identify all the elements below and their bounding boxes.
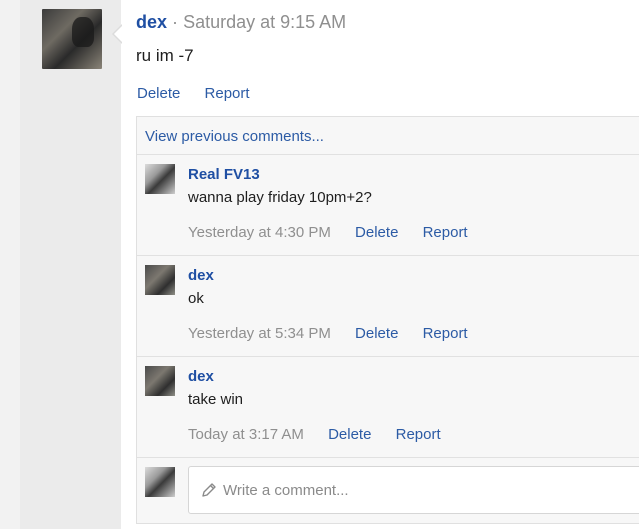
comment-report-link[interactable]: Report [423,325,468,342]
avatar-rail [20,0,121,529]
comment-timestamp[interactable]: Today at 3:17 AM [188,426,304,443]
write-comment-input[interactable]: Write a comment... [188,466,639,514]
comment-timestamp[interactable]: Yesterday at 4:30 PM [188,224,331,241]
post-body-text: ru im -7 [136,46,194,65]
comment-meta: Yesterday at 5:34 PM Delete Report [188,325,488,342]
comment-text: take win [188,391,244,408]
comment-meta: Yesterday at 4:30 PM Delete Report [188,224,488,241]
comments-divider [137,457,639,458]
comment-meta: Today at 3:17 AM Delete Report [188,426,461,443]
comments-divider [137,356,639,357]
post-timestamp[interactable]: Saturday at 9:15 AM [183,12,346,32]
comment-author-avatar[interactable] [145,366,175,396]
comment-author-name[interactable]: dex [188,368,214,385]
view-previous-comments-link[interactable]: View previous comments... [145,128,324,145]
comments-divider [137,255,639,256]
post-author-name[interactable]: dex [136,12,167,32]
pencil-icon [202,483,216,497]
post-pointer-arrow [112,24,123,44]
post-actions: Delete Report [137,85,270,102]
comment-timestamp[interactable]: Yesterday at 5:34 PM [188,325,331,342]
comments-section: View previous comments... Real FV13 wann… [136,116,639,524]
comment-author-avatar[interactable] [145,164,175,194]
write-comment-placeholder: Write a comment... [223,482,349,499]
current-user-avatar [145,467,175,497]
post-delete-link[interactable]: Delete [137,85,180,102]
comment-author-avatar[interactable] [145,265,175,295]
comment-report-link[interactable]: Report [396,426,441,443]
comments-divider [137,154,639,155]
comment-delete-link[interactable]: Delete [355,325,398,342]
comment-report-link[interactable]: Report [423,224,468,241]
comment-delete-link[interactable]: Delete [355,224,398,241]
comment-text: wanna play friday 10pm+2? [188,189,372,206]
post-author-avatar[interactable] [42,9,102,69]
comment-text: ok [188,290,204,307]
post-separator: · [172,12,179,32]
page-gutter [0,0,20,529]
comment-delete-link[interactable]: Delete [328,426,371,443]
comment-author-name[interactable]: Real FV13 [188,166,260,183]
post-header: dex · Saturday at 9:15 AM [136,12,346,33]
comment-author-name[interactable]: dex [188,267,214,284]
post-report-link[interactable]: Report [205,85,250,102]
